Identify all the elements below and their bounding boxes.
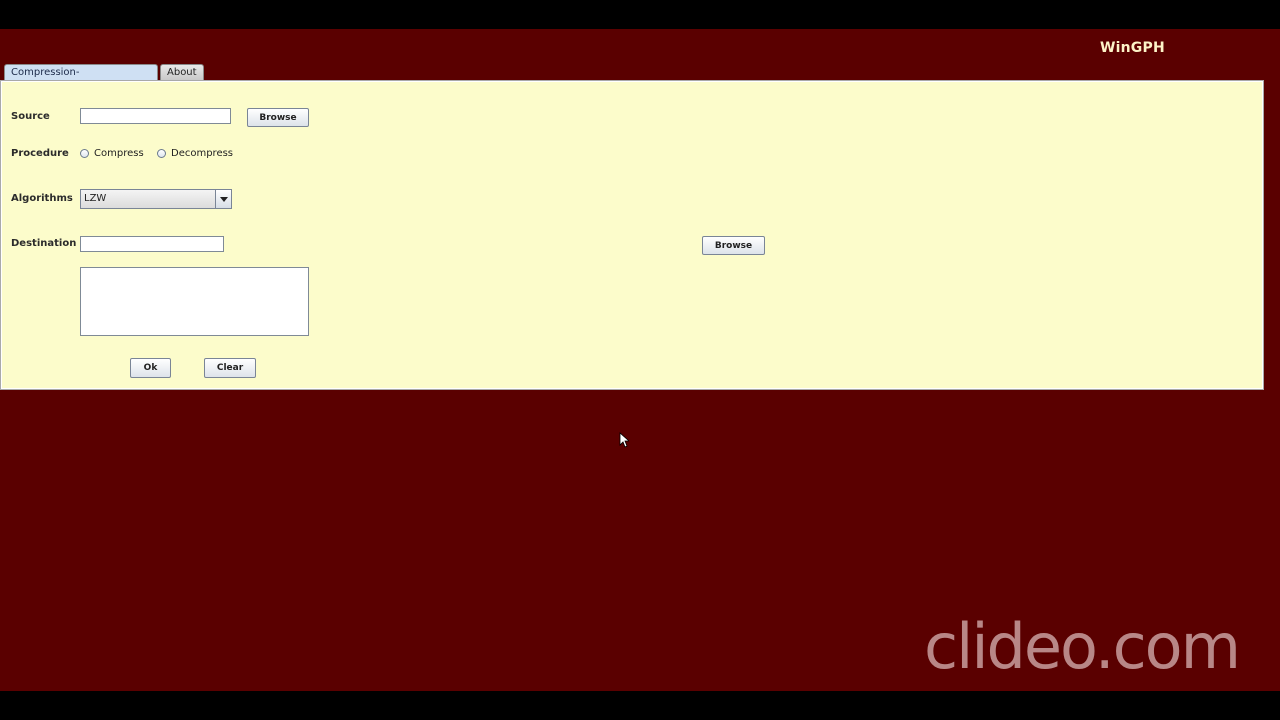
source-browse-button[interactable]: Browse <box>247 108 309 127</box>
source-label: Source <box>11 111 50 122</box>
decompress-radio-label[interactable]: Decompress <box>171 148 233 159</box>
destination-label: Destination <box>11 238 77 249</box>
clideo-watermark: clideo.com <box>924 610 1241 683</box>
destination-input[interactable] <box>80 236 224 252</box>
algorithms-label: Algorithms <box>11 193 73 204</box>
decompress-radio[interactable] <box>157 149 166 158</box>
compress-radio[interactable] <box>80 149 89 158</box>
chevron-down-icon[interactable] <box>215 190 231 208</box>
app-title: WinGPH <box>1100 40 1165 56</box>
algorithm-selected-value: LZW <box>84 193 107 204</box>
ok-button[interactable]: Ok <box>130 358 171 378</box>
letterbox-bottom <box>0 691 1280 720</box>
mouse-cursor-icon <box>619 432 629 448</box>
tab-compression-decompression[interactable]: Compression-Decompression <box>4 64 158 94</box>
destination-browse-button[interactable]: Browse <box>702 236 765 255</box>
output-textarea[interactable] <box>80 267 309 336</box>
clear-button[interactable]: Clear <box>204 358 256 378</box>
main-panel <box>0 80 1264 390</box>
tab-about[interactable]: About <box>160 64 204 80</box>
compress-radio-label[interactable]: Compress <box>94 148 144 159</box>
algorithm-select[interactable]: LZW <box>80 189 232 209</box>
procedure-label: Procedure <box>11 148 69 159</box>
source-input[interactable] <box>80 108 231 124</box>
letterbox-top <box>0 0 1280 29</box>
